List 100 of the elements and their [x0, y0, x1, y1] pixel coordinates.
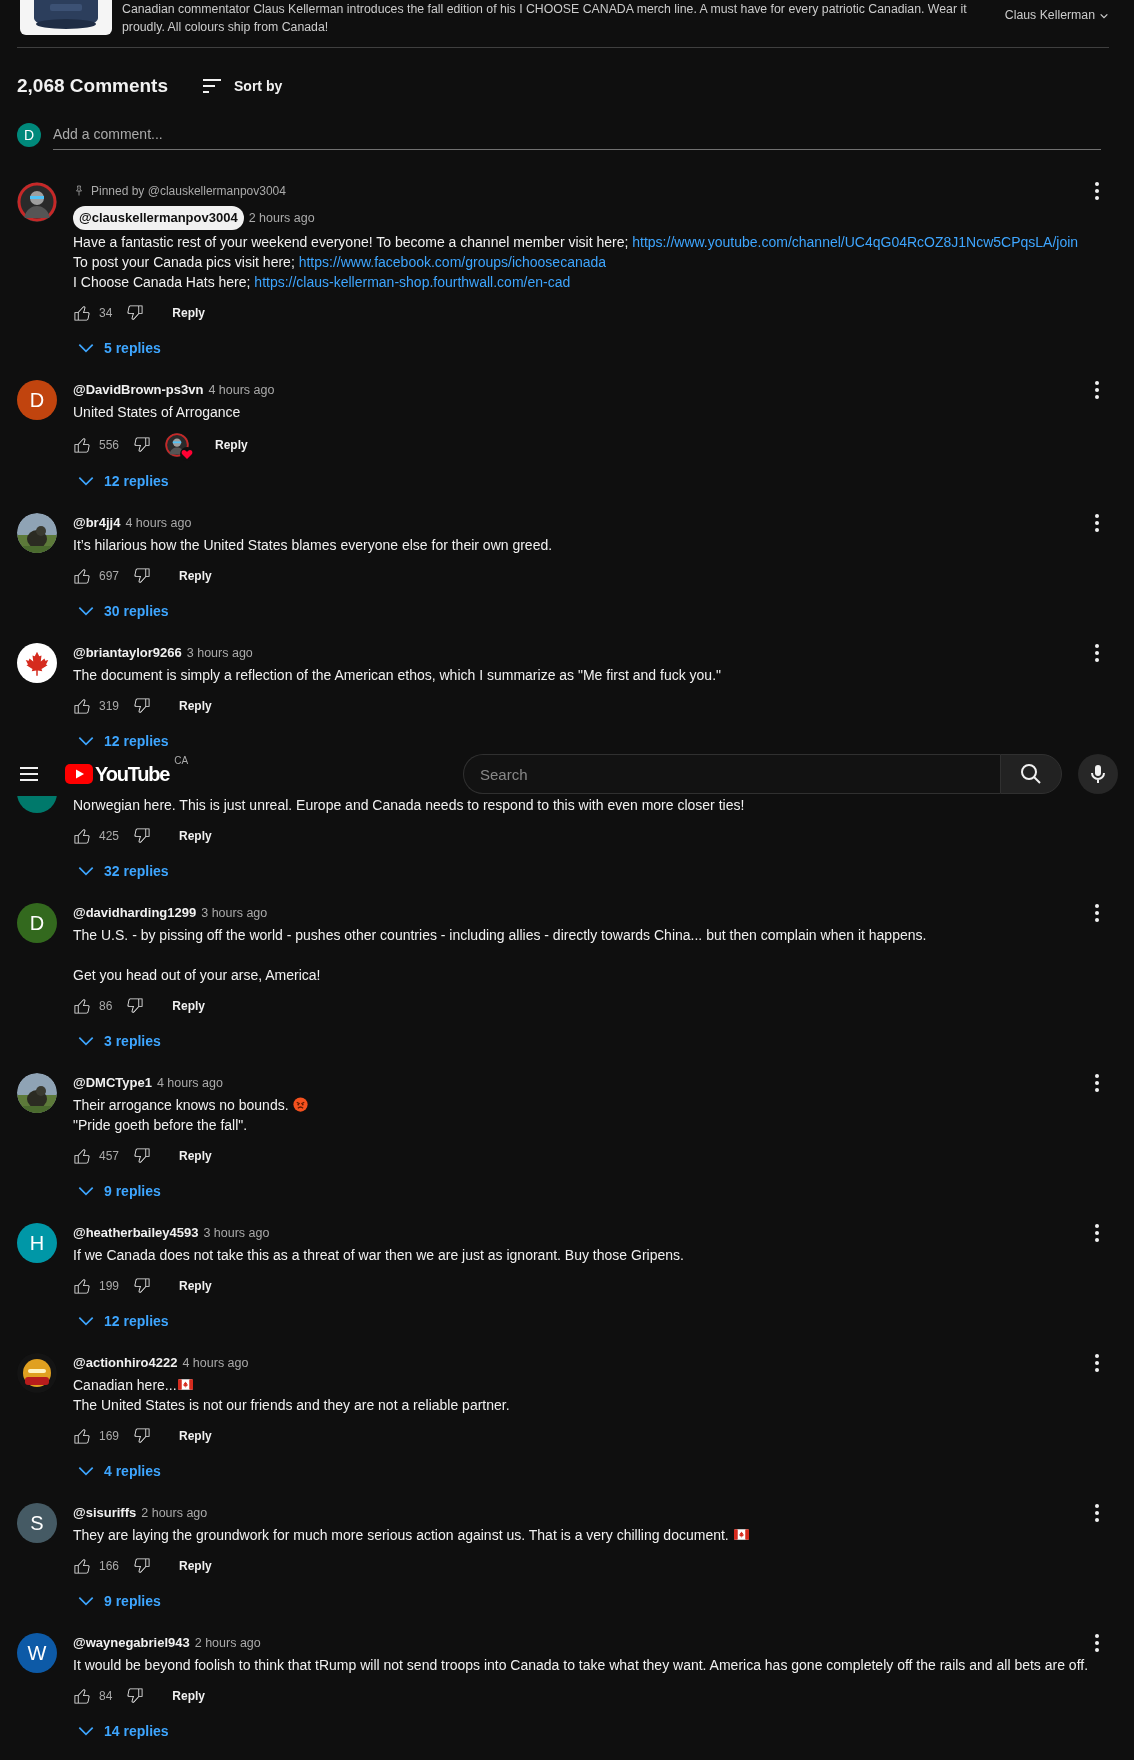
reply-button[interactable]: Reply: [201, 428, 262, 461]
region-label: CA: [174, 756, 189, 766]
user-avatar: D: [17, 123, 41, 147]
thumbs-up-icon: [72, 566, 92, 586]
comment-time[interactable]: 2 hours ago: [194, 1633, 261, 1653]
link[interactable]: https://www.facebook.com/groups/ichoosecanada: [298, 254, 607, 270]
reply-button[interactable]: Reply: [158, 1680, 220, 1712]
comment-time[interactable]: 4 hours ago: [208, 380, 275, 400]
replies-button[interactable]: 12 replies: [72, 1311, 173, 1331]
comment-text: United States of Arrogance: [73, 403, 242, 422]
product-description: Canadian commentator Claus Kellerman introduces the fall edition of his I CHOOSE CANADA merch line. A must have for every patriotic Canadian. Wear it proudly. All colours ship from Canada!: [122, 1, 968, 36]
thumbs-up-icon: [72, 1146, 92, 1166]
microphone-button[interactable]: [1078, 754, 1118, 794]
comment-text: Have a fantastic rest of your weekend everyone! To become a channel member visit here; https://www.youtube.com/channel/UC4qG04RcOZ8J1Ncw5CPqsLA/join To post your Canada pics visit here; https://www.facebook.com/groups/ichoosecanada I Choose Canada Hats here; https://claus-kellerman-shop.fourthwall.com/en-cad: [73, 233, 1080, 292]
thumbs-up-icon: [72, 1686, 92, 1706]
replies-button[interactable]: 12 replies: [72, 471, 173, 491]
reply-button[interactable]: Reply: [158, 990, 220, 1022]
username[interactable]: @DavidBrown-ps3vn: [73, 380, 204, 400]
link[interactable]: https://www.youtube.com/channel/UC4qG04RcOZ8J1Ncw5CPqsLA/join: [632, 234, 1079, 250]
replies-button[interactable]: 9 replies: [72, 1591, 165, 1611]
replies-button[interactable]: 5 replies: [72, 338, 165, 358]
pin-icon: [73, 185, 85, 197]
replies-button[interactable]: 4 replies: [72, 1461, 165, 1481]
like-count: 199: [99, 1278, 120, 1295]
like-count: 84: [99, 1688, 113, 1705]
like-count: 166: [99, 1558, 120, 1575]
user-avatar: H: [17, 1223, 57, 1263]
thumbs-down-icon: [132, 1556, 153, 1576]
username[interactable]: @br4jj4: [73, 513, 121, 533]
user-avatar: D: [17, 380, 57, 420]
comment-field[interactable]: Add a comment...: [53, 120, 1101, 150]
thumbs-up-icon: [72, 1556, 92, 1576]
thumbs-down-icon: [125, 303, 146, 323]
replies-button[interactable]: 14 replies: [72, 1721, 173, 1741]
thumbs-down-icon: [132, 1276, 153, 1296]
comment-text: Their arrogance knows no bounds. "Pride goeth before the fall".: [73, 1095, 1109, 1135]
replies-button[interactable]: 9 replies: [72, 1181, 165, 1201]
username[interactable]: @actionhiro4222: [73, 1353, 178, 1373]
comment-time[interactable]: 3 hours ago: [201, 903, 268, 923]
seller-name: Claus Kellerman: [1004, 7, 1095, 25]
comment-time[interactable]: 2 hours ago: [141, 1503, 208, 1523]
comment-text: Canadian here... The United States is not our friends and they are not a reliable partner.: [73, 1376, 511, 1415]
comment-time[interactable]: 2 hours ago: [248, 208, 315, 228]
comment-count: 2,068 Comments: [17, 73, 168, 98]
canada-flag-icon: [177, 1377, 193, 1392]
reply-button[interactable]: Reply: [165, 1550, 226, 1582]
logo-text[interactable]: YouTube: [95, 762, 170, 786]
like-count: 86: [99, 998, 113, 1015]
search-button[interactable]: [1000, 754, 1062, 794]
comment-text: It’s hilarious how the United States blames everyone else for their own greed.: [73, 536, 554, 555]
replies-button[interactable]: 30 replies: [72, 601, 173, 621]
thumbs-down-icon: [132, 826, 153, 846]
username[interactable]: @briantaylor9266: [73, 643, 182, 663]
search-field[interactable]: Search: [463, 754, 1000, 794]
comment-time[interactable]: 3 hours ago: [203, 1223, 270, 1243]
replies-button[interactable]: 32 replies: [72, 861, 173, 881]
replies-button[interactable]: 12 replies: [72, 731, 173, 751]
comment-time[interactable]: 4 hours ago: [182, 1353, 249, 1373]
thumbs-up-icon: [72, 1276, 92, 1296]
reply-button[interactable]: Reply: [165, 820, 226, 852]
reply-button[interactable]: Reply: [165, 1140, 226, 1172]
comment-text: The U.S. - by pissing off the world - pushes other countries - including allies - directly towards China... but then complain when it happens. Get you head out of your arse, America!: [73, 926, 928, 985]
comment-time[interactable]: 4 hours ago: [125, 513, 192, 533]
username[interactable]: @heatherbailey4593: [73, 1223, 199, 1243]
reply-button[interactable]: Reply: [165, 1270, 226, 1302]
like-count: 169: [99, 1428, 120, 1445]
pinned-label: Pinned by @clauskellermanpov3004: [91, 183, 286, 200]
username[interactable]: @clauskellermanpov3004: [73, 206, 244, 230]
search-icon: [1019, 762, 1043, 786]
comment-text: The document is simply a reflection of the American ethos, which I summarize as "Me first and fuck you.": [73, 666, 722, 685]
thumbs-down-icon: [132, 1426, 153, 1446]
like-count: 697: [99, 568, 120, 585]
reply-button[interactable]: Reply: [165, 690, 226, 722]
reply-button[interactable]: Reply: [158, 297, 220, 329]
user-avatar: S: [17, 1503, 57, 1543]
like-count: 457: [99, 1148, 120, 1165]
thumbs-up-icon: [72, 696, 92, 716]
username[interactable]: @davidharding1299: [73, 903, 197, 923]
link[interactable]: https://claus-kellerman-shop.fourthwall.com/en-cad: [254, 274, 571, 290]
replies-button[interactable]: 3 replies: [72, 1031, 165, 1051]
username[interactable]: @DMCType1: [73, 1073, 152, 1093]
sort-button[interactable]: Sort by: [196, 74, 287, 98]
user-avatar: W: [17, 1633, 57, 1673]
reply-button[interactable]: Reply: [165, 560, 226, 592]
comment-text: Norwegian here. This is just unreal. Europe and Canada needs to respond to this with even more closer ties!: [73, 796, 746, 815]
comment-text: If we Canada does not take this as a threat of war then we are just as ignorant. Buy those Gripens.: [73, 1246, 685, 1265]
thumbs-up-icon: [72, 303, 92, 323]
comment-text: They are laying the groundwork for much more serious action against us. That is a very chilling document.: [73, 1525, 1109, 1545]
like-count: 34: [99, 305, 113, 322]
comment-time[interactable]: 4 hours ago: [156, 1073, 223, 1093]
angry-face-icon: [293, 1097, 309, 1112]
thumbs-down-icon: [132, 696, 153, 716]
canada-flag-icon: [733, 1527, 749, 1542]
thumbs-down-icon: [132, 1146, 153, 1166]
reply-button[interactable]: Reply: [165, 1420, 226, 1452]
username[interactable]: @waynegabriel943: [73, 1633, 190, 1653]
username[interactable]: @sisuriffs: [73, 1503, 137, 1523]
like-count: 556: [99, 436, 120, 454]
comment-time[interactable]: 3 hours ago: [186, 643, 253, 663]
play-logo-icon[interactable]: [65, 762, 93, 786]
